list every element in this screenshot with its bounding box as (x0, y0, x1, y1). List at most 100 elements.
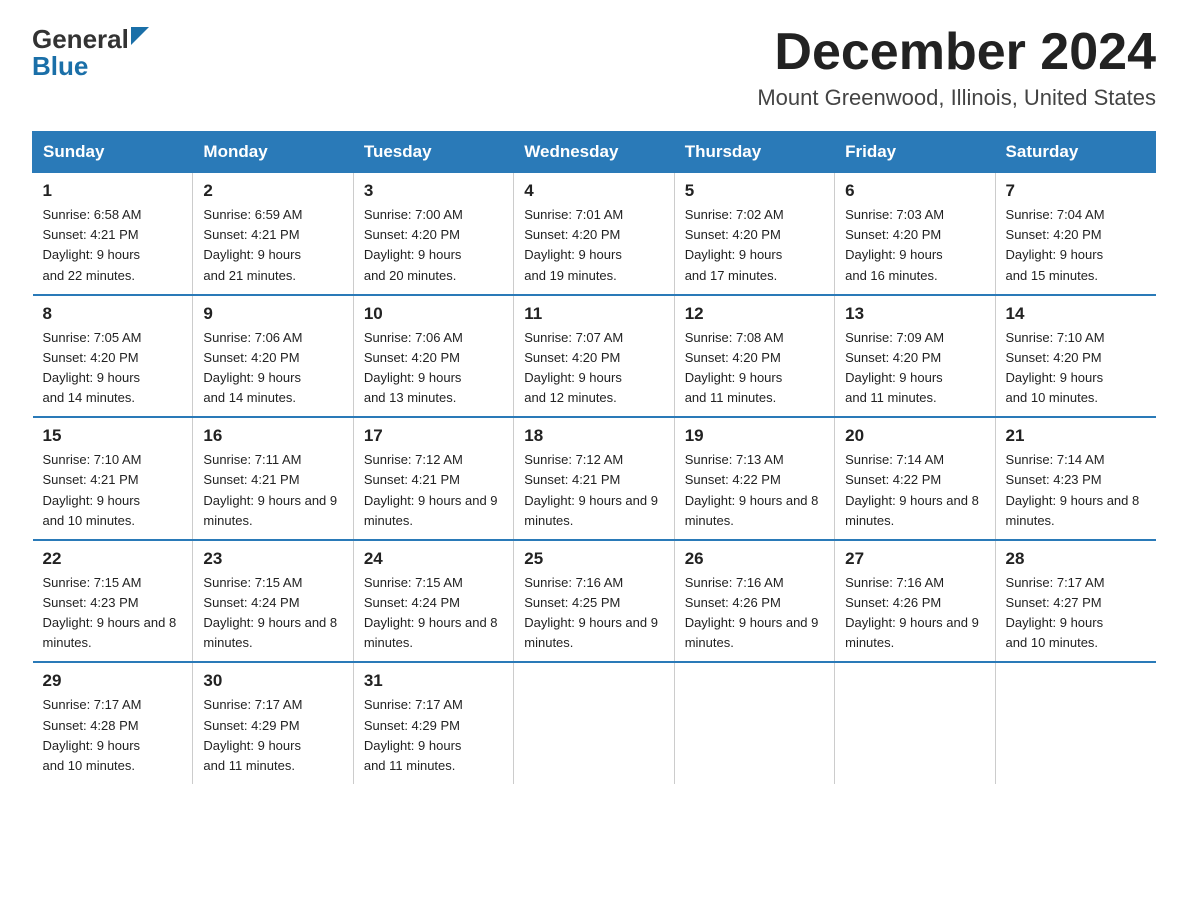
day-number: 9 (203, 304, 342, 324)
day-number: 26 (685, 549, 824, 569)
day-info: Sunrise: 7:10 AMSunset: 4:20 PMDaylight:… (1006, 328, 1146, 409)
day-number: 7 (1006, 181, 1146, 201)
calendar-cell: 16 Sunrise: 7:11 AMSunset: 4:21 PMDaylig… (193, 417, 353, 540)
month-title: December 2024 (757, 24, 1156, 81)
day-info: Sunrise: 7:06 AMSunset: 4:20 PMDaylight:… (364, 328, 503, 409)
day-number: 18 (524, 426, 663, 446)
day-info: Sunrise: 7:17 AMSunset: 4:29 PMDaylight:… (203, 695, 342, 776)
calendar-cell (674, 662, 834, 784)
day-number: 31 (364, 671, 503, 691)
calendar-week-row: 1 Sunrise: 6:58 AMSunset: 4:21 PMDayligh… (33, 173, 1156, 295)
day-number: 5 (685, 181, 824, 201)
day-info: Sunrise: 7:16 AMSunset: 4:26 PMDaylight:… (845, 573, 984, 654)
day-number: 19 (685, 426, 824, 446)
day-number: 17 (364, 426, 503, 446)
calendar-cell: 22 Sunrise: 7:15 AMSunset: 4:23 PMDaylig… (33, 540, 193, 663)
calendar-week-row: 29 Sunrise: 7:17 AMSunset: 4:28 PMDaylig… (33, 662, 1156, 784)
day-number: 20 (845, 426, 984, 446)
header-thursday: Thursday (674, 132, 834, 173)
calendar-week-row: 15 Sunrise: 7:10 AMSunset: 4:21 PMDaylig… (33, 417, 1156, 540)
day-number: 11 (524, 304, 663, 324)
day-info: Sunrise: 7:13 AMSunset: 4:22 PMDaylight:… (685, 450, 824, 531)
calendar-cell (995, 662, 1155, 784)
header-sunday: Sunday (33, 132, 193, 173)
logo: General Blue (32, 24, 149, 82)
day-number: 21 (1006, 426, 1146, 446)
day-info: Sunrise: 7:10 AMSunset: 4:21 PMDaylight:… (43, 450, 183, 531)
day-number: 29 (43, 671, 183, 691)
calendar-cell: 11 Sunrise: 7:07 AMSunset: 4:20 PMDaylig… (514, 295, 674, 418)
calendar-cell: 9 Sunrise: 7:06 AMSunset: 4:20 PMDayligh… (193, 295, 353, 418)
header-saturday: Saturday (995, 132, 1155, 173)
logo-blue: Blue (32, 51, 88, 82)
calendar-cell: 4 Sunrise: 7:01 AMSunset: 4:20 PMDayligh… (514, 173, 674, 295)
calendar-cell: 25 Sunrise: 7:16 AMSunset: 4:25 PMDaylig… (514, 540, 674, 663)
day-info: Sunrise: 7:02 AMSunset: 4:20 PMDaylight:… (685, 205, 824, 286)
day-info: Sunrise: 7:09 AMSunset: 4:20 PMDaylight:… (845, 328, 984, 409)
calendar-cell: 21 Sunrise: 7:14 AMSunset: 4:23 PMDaylig… (995, 417, 1155, 540)
day-info: Sunrise: 7:15 AMSunset: 4:23 PMDaylight:… (43, 573, 183, 654)
day-number: 3 (364, 181, 503, 201)
calendar-cell: 14 Sunrise: 7:10 AMSunset: 4:20 PMDaylig… (995, 295, 1155, 418)
day-info: Sunrise: 7:16 AMSunset: 4:25 PMDaylight:… (524, 573, 663, 654)
calendar-week-row: 8 Sunrise: 7:05 AMSunset: 4:20 PMDayligh… (33, 295, 1156, 418)
calendar-cell: 19 Sunrise: 7:13 AMSunset: 4:22 PMDaylig… (674, 417, 834, 540)
calendar-cell: 24 Sunrise: 7:15 AMSunset: 4:24 PMDaylig… (353, 540, 513, 663)
calendar-cell: 1 Sunrise: 6:58 AMSunset: 4:21 PMDayligh… (33, 173, 193, 295)
day-info: Sunrise: 7:15 AMSunset: 4:24 PMDaylight:… (203, 573, 342, 654)
day-info: Sunrise: 6:58 AMSunset: 4:21 PMDaylight:… (43, 205, 183, 286)
calendar-cell: 6 Sunrise: 7:03 AMSunset: 4:20 PMDayligh… (835, 173, 995, 295)
day-number: 13 (845, 304, 984, 324)
day-info: Sunrise: 7:07 AMSunset: 4:20 PMDaylight:… (524, 328, 663, 409)
logo-arrow-icon (131, 27, 149, 50)
day-info: Sunrise: 7:08 AMSunset: 4:20 PMDaylight:… (685, 328, 824, 409)
day-number: 14 (1006, 304, 1146, 324)
calendar-cell: 8 Sunrise: 7:05 AMSunset: 4:20 PMDayligh… (33, 295, 193, 418)
day-number: 27 (845, 549, 984, 569)
day-info: Sunrise: 7:00 AMSunset: 4:20 PMDaylight:… (364, 205, 503, 286)
day-info: Sunrise: 7:16 AMSunset: 4:26 PMDaylight:… (685, 573, 824, 654)
day-number: 6 (845, 181, 984, 201)
calendar-cell: 20 Sunrise: 7:14 AMSunset: 4:22 PMDaylig… (835, 417, 995, 540)
day-number: 4 (524, 181, 663, 201)
calendar-cell: 13 Sunrise: 7:09 AMSunset: 4:20 PMDaylig… (835, 295, 995, 418)
calendar-cell: 2 Sunrise: 6:59 AMSunset: 4:21 PMDayligh… (193, 173, 353, 295)
day-number: 25 (524, 549, 663, 569)
day-number: 30 (203, 671, 342, 691)
day-info: Sunrise: 7:14 AMSunset: 4:23 PMDaylight:… (1006, 450, 1146, 531)
day-info: Sunrise: 7:12 AMSunset: 4:21 PMDaylight:… (364, 450, 503, 531)
day-info: Sunrise: 6:59 AMSunset: 4:21 PMDaylight:… (203, 205, 342, 286)
day-number: 8 (43, 304, 183, 324)
header-tuesday: Tuesday (353, 132, 513, 173)
header-monday: Monday (193, 132, 353, 173)
day-number: 15 (43, 426, 183, 446)
page-header: General Blue December 2024 Mount Greenwo… (32, 24, 1156, 111)
day-info: Sunrise: 7:15 AMSunset: 4:24 PMDaylight:… (364, 573, 503, 654)
day-number: 23 (203, 549, 342, 569)
day-info: Sunrise: 7:14 AMSunset: 4:22 PMDaylight:… (845, 450, 984, 531)
calendar-cell: 18 Sunrise: 7:12 AMSunset: 4:21 PMDaylig… (514, 417, 674, 540)
day-number: 12 (685, 304, 824, 324)
day-number: 1 (43, 181, 183, 201)
calendar-cell: 12 Sunrise: 7:08 AMSunset: 4:20 PMDaylig… (674, 295, 834, 418)
day-info: Sunrise: 7:17 AMSunset: 4:29 PMDaylight:… (364, 695, 503, 776)
calendar-cell: 26 Sunrise: 7:16 AMSunset: 4:26 PMDaylig… (674, 540, 834, 663)
calendar-cell: 27 Sunrise: 7:16 AMSunset: 4:26 PMDaylig… (835, 540, 995, 663)
calendar-cell: 5 Sunrise: 7:02 AMSunset: 4:20 PMDayligh… (674, 173, 834, 295)
header-friday: Friday (835, 132, 995, 173)
calendar-cell: 23 Sunrise: 7:15 AMSunset: 4:24 PMDaylig… (193, 540, 353, 663)
calendar-cell: 31 Sunrise: 7:17 AMSunset: 4:29 PMDaylig… (353, 662, 513, 784)
calendar-cell: 28 Sunrise: 7:17 AMSunset: 4:27 PMDaylig… (995, 540, 1155, 663)
day-info: Sunrise: 7:17 AMSunset: 4:28 PMDaylight:… (43, 695, 183, 776)
calendar-cell (514, 662, 674, 784)
day-number: 22 (43, 549, 183, 569)
calendar-header-row: SundayMondayTuesdayWednesdayThursdayFrid… (33, 132, 1156, 173)
calendar-cell: 3 Sunrise: 7:00 AMSunset: 4:20 PMDayligh… (353, 173, 513, 295)
calendar-cell: 10 Sunrise: 7:06 AMSunset: 4:20 PMDaylig… (353, 295, 513, 418)
day-info: Sunrise: 7:12 AMSunset: 4:21 PMDaylight:… (524, 450, 663, 531)
calendar-cell: 30 Sunrise: 7:17 AMSunset: 4:29 PMDaylig… (193, 662, 353, 784)
day-info: Sunrise: 7:03 AMSunset: 4:20 PMDaylight:… (845, 205, 984, 286)
day-info: Sunrise: 7:05 AMSunset: 4:20 PMDaylight:… (43, 328, 183, 409)
day-number: 10 (364, 304, 503, 324)
day-number: 16 (203, 426, 342, 446)
